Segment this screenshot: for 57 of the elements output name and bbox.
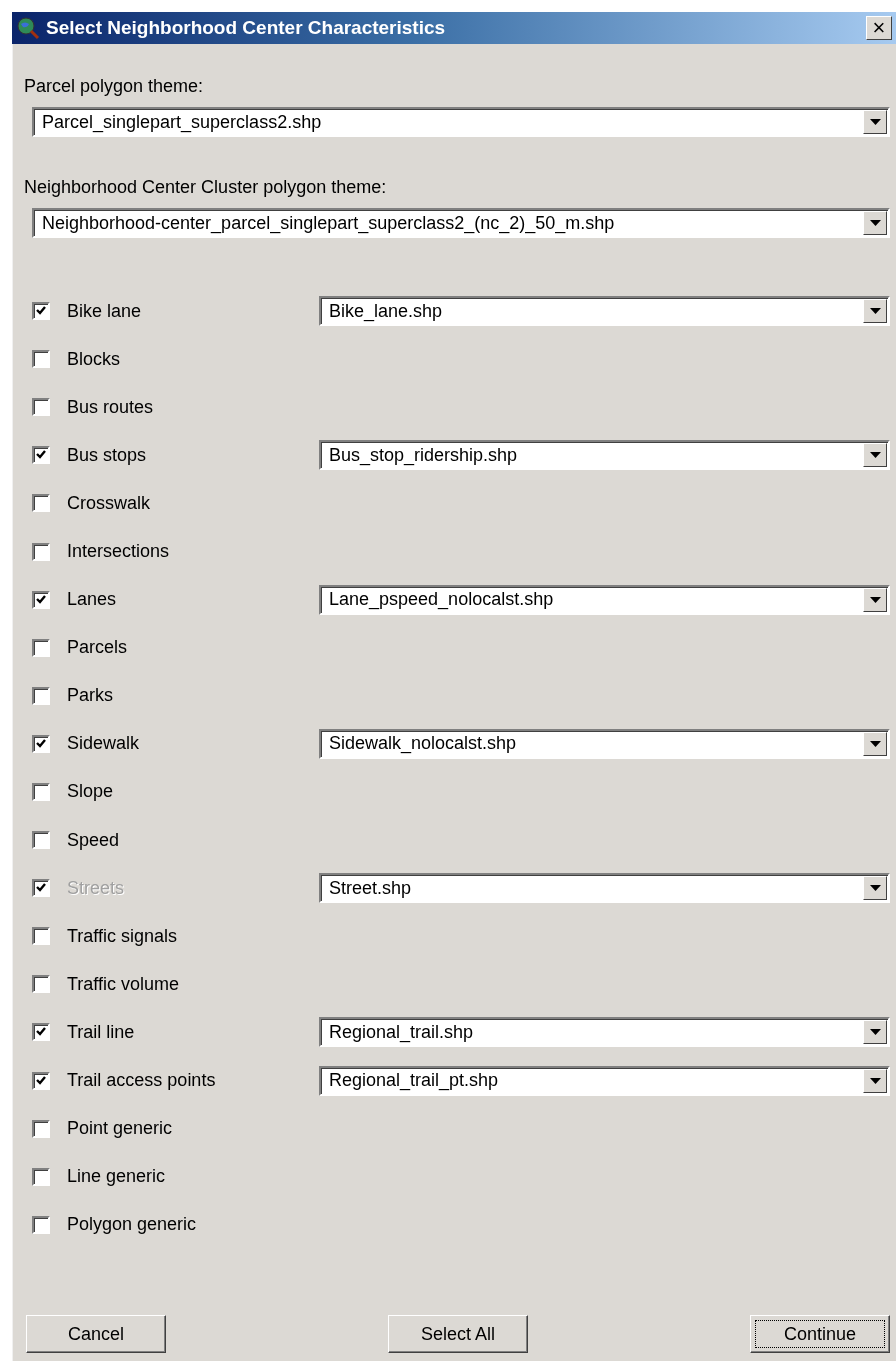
dropdown-field[interactable]: Bus_stop_ridership.shp: [319, 440, 890, 471]
checkbox-label[interactable]: Lanes: [67, 589, 319, 611]
close-button[interactable]: ×: [866, 16, 892, 40]
continue-button[interactable]: Continue: [750, 1315, 890, 1353]
checkbox[interactable]: [32, 494, 50, 513]
checkbox[interactable]: [32, 975, 50, 994]
checkbox[interactable]: [32, 1167, 50, 1186]
checkbox-label[interactable]: Trail line: [67, 1021, 319, 1043]
checkbox-label[interactable]: Crosswalk: [67, 492, 319, 514]
checkbox[interactable]: [32, 783, 50, 801]
checkbox[interactable]: [32, 446, 50, 465]
checkbox-label[interactable]: Point generic: [67, 1118, 319, 1140]
dropdown-field[interactable]: Bike_lane.shp: [319, 296, 890, 327]
checkbox[interactable]: [32, 927, 50, 946]
checkbox[interactable]: [32, 1215, 50, 1234]
checkbox[interactable]: [32, 686, 50, 705]
checkbox-label[interactable]: Blocks: [67, 348, 319, 370]
dropdown-field[interactable]: Neighborhood-center_parcel_singlepart_superclass2_(nc_2)_50_m.shp: [32, 208, 890, 238]
checkbox-label[interactable]: Trail access points: [67, 1070, 319, 1092]
checkbox-label[interactable]: Traffic volume: [67, 973, 319, 995]
checkbox-label[interactable]: Slope: [67, 781, 319, 803]
checkbox[interactable]: [32, 1119, 50, 1138]
checkbox-label[interactable]: Bike lane: [67, 300, 319, 322]
checkmark-icon: [35, 593, 47, 606]
checkbox-label[interactable]: Intersections: [67, 541, 319, 562]
checkbox[interactable]: [32, 734, 50, 753]
dropdown-field[interactable]: Regional_trail_pt.shp: [319, 1065, 890, 1096]
globe-magnifier-icon: [16, 16, 40, 40]
checkbox-label[interactable]: Line generic: [67, 1166, 319, 1188]
select-all-button[interactable]: Select All: [388, 1315, 528, 1353]
checkbox-label[interactable]: Parcels: [67, 637, 319, 659]
checkbox-label[interactable]: Parks: [67, 685, 319, 707]
checkbox[interactable]: [32, 831, 50, 850]
checkbox-label[interactable]: Bus routes: [67, 396, 319, 418]
checkbox[interactable]: [32, 590, 50, 609]
checkbox-label[interactable]: Traffic signals: [67, 925, 319, 947]
checkmark-icon: [35, 737, 47, 750]
checkbox[interactable]: [32, 638, 50, 657]
checkbox-label[interactable]: Bus stops: [67, 444, 319, 466]
field-label: Parcel polygon theme:: [24, 76, 205, 97]
checkbox[interactable]: [32, 1023, 50, 1042]
checkbox-label[interactable]: Sidewalk: [67, 733, 319, 755]
checkbox-label[interactable]: Speed: [67, 829, 319, 851]
field-label: Neighborhood Center Cluster polygon theme:: [24, 177, 388, 198]
dropdown-field[interactable]: Sidewalk_nolocalst.shp: [319, 728, 890, 759]
checkmark-icon: [35, 1074, 47, 1087]
checkbox-label[interactable]: Polygon generic: [67, 1214, 319, 1236]
checkbox[interactable]: [32, 302, 50, 321]
checkbox[interactable]: [32, 398, 50, 417]
checkbox[interactable]: [32, 542, 50, 561]
dropdown-field[interactable]: Parcel_singlepart_superclass2.shp: [32, 107, 890, 137]
checkbox[interactable]: [32, 350, 50, 369]
checkbox[interactable]: [32, 1071, 50, 1090]
cancel-button[interactable]: Cancel: [26, 1315, 166, 1353]
dropdown-field[interactable]: Regional_trail.shp: [319, 1017, 890, 1048]
dropdown-field[interactable]: Lane_pspeed_nolocalst.shp: [319, 584, 890, 615]
window-title: Select Neighborhood Center Characteristics: [46, 17, 447, 39]
